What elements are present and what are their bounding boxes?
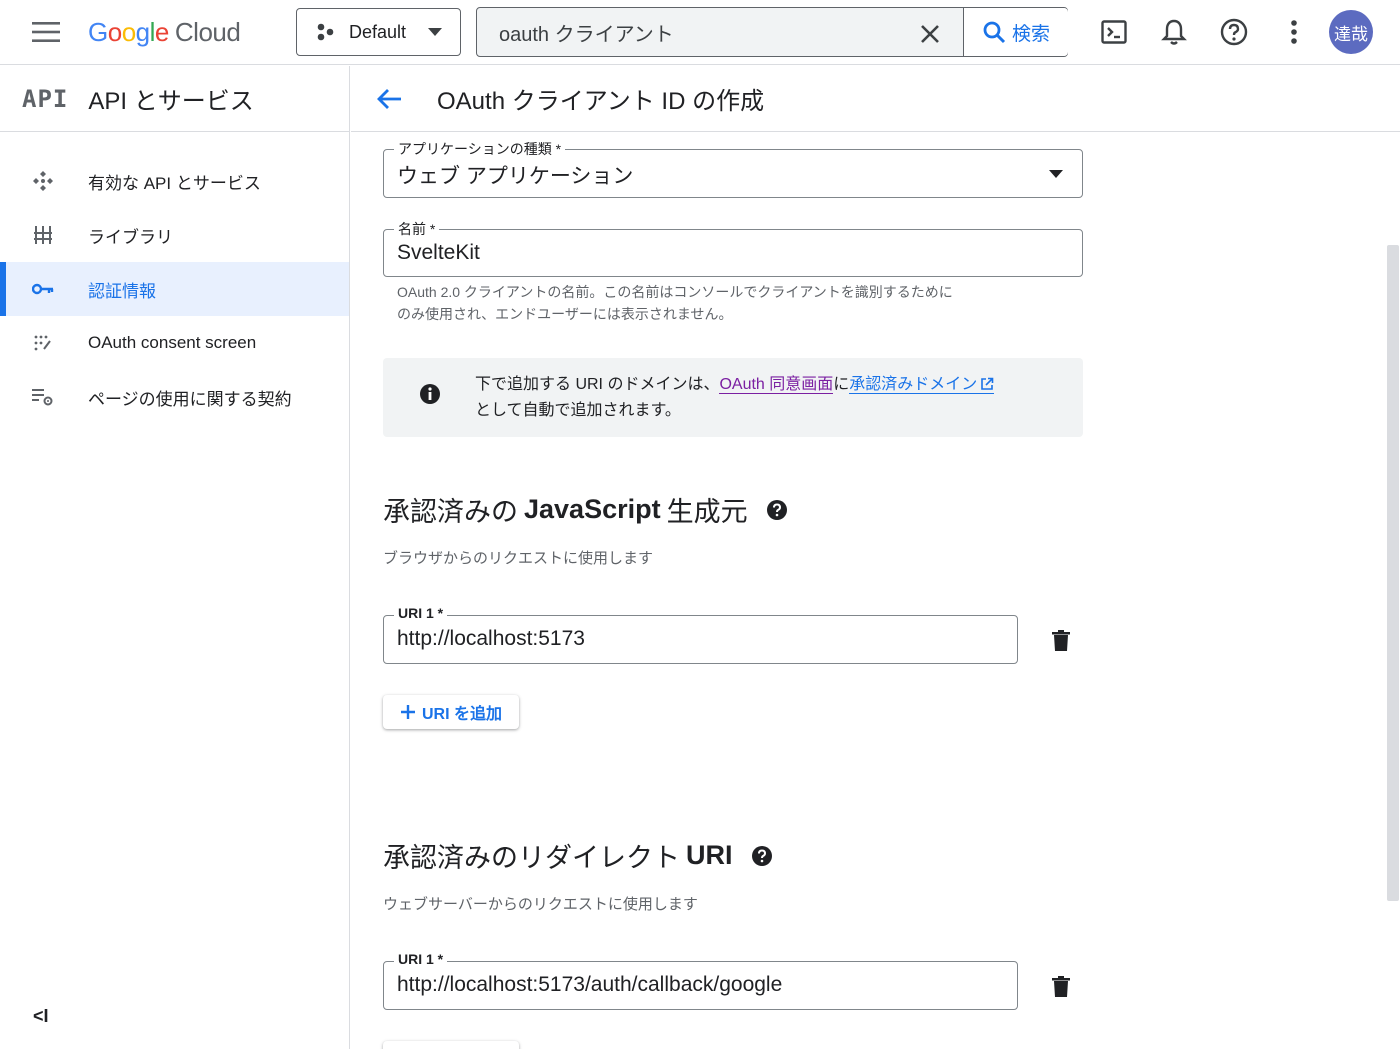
authorized-domains-link-label: 承認済みドメイン [849,376,978,393]
info-text-part: に [833,376,850,393]
js-origins-description: ブラウザからのリクエストに使用します [383,550,654,567]
help-button[interactable] [1219,17,1249,47]
oauth-consent-screen-link[interactable]: OAuth 同意画面 [719,376,834,394]
info-icon [420,384,440,404]
sidebar: API API とサービス 有効な API とサービス ライブラリ 認証情報 O… [0,66,350,1049]
top-app-bar: Google Cloud Default 検索 [0,0,1400,65]
sidebar-item-label: ページの使用に関する契約 [88,389,292,409]
redirect-uris-description: ウェブサーバーからのリクエストに使用します [383,896,698,913]
caret-down-icon [428,28,442,36]
main-content: アプリケーションの種類 * ウェブ アプリケーション 名前 * SvelteKi… [351,133,1385,1049]
js-origin-uri-1-value: http://localhost:5173 [397,627,585,650]
add-redirect-uri-button[interactable] [383,1041,519,1049]
collapse-sidebar-button[interactable]: <I [33,1006,49,1027]
search-bar: 検索 [476,7,1068,57]
domain-info-text: 下で追加する URI のドメインは、OAuth 同意画面に承認済みドメイン とし… [475,372,1075,424]
open-in-new-icon [981,377,994,390]
sidebar-item-credentials[interactable]: 認証情報 [0,262,349,316]
dropdown-arrow-icon [1049,170,1063,178]
js-origins-title-prefix: 承認済みの [383,497,518,527]
sidebar-item-consent-screen[interactable]: OAuth consent screen [0,316,349,370]
redirect-uri-1-field[interactable]: URI 1 * http://localhost:5173/auth/callb… [383,951,1018,1010]
terminal-icon [1101,20,1127,44]
redirect-uri-1-value: http://localhost:5173/auth/callback/goog… [397,973,783,996]
bell-icon [1161,19,1187,45]
js-origins-title-bold: JavaScript [524,494,661,524]
redirect-uris-title-bold: URI [686,840,733,870]
project-picker[interactable]: Default [296,8,461,56]
sidebar-item-label: ライブラリ [88,227,173,247]
sidebar-nav: 有効な API とサービス ライブラリ 認証情報 OAuth consent s… [0,154,349,424]
add-js-origin-button[interactable]: URI を追加 [383,695,519,729]
js-origins-title: 承認済みの JavaScript 生成元 [383,490,788,529]
sidebar-item-label: 有効な API とサービス [88,173,261,193]
logo-cloud-text: Cloud [174,16,241,47]
page-title: OAuth クライアント ID の作成 [437,88,765,115]
client-name-hint-line: のみ使用され、エンドユーザーには表示されません。 [397,306,733,322]
account-avatar[interactable]: 達哉 [1329,10,1373,54]
main-scrollbar[interactable] [1387,245,1399,901]
authorized-domains-link[interactable]: 承認済みドメイン [849,376,995,394]
search-button-label: 検索 [1011,23,1050,45]
main-menu-button[interactable] [26,16,66,48]
hamburger-icon [32,22,60,42]
sidebar-item-enabled-apis[interactable]: 有効な API とサービス [0,154,349,208]
help-icon[interactable] [766,499,788,521]
client-name-field[interactable]: 名前 * SvelteKit [383,219,1083,277]
more-vert-icon [1291,20,1297,44]
arrow-back-icon [377,88,401,109]
js-origins-title-suffix: 生成元 [666,497,748,527]
library-icon [30,222,56,248]
clear-search-icon[interactable] [917,21,943,47]
sidebar-item-library[interactable]: ライブラリ [0,208,349,262]
api-logo-icon: API [22,84,69,113]
project-name: Default [349,21,407,42]
add-js-origin-label: URI を追加 [421,706,502,723]
client-name-hint-line: OAuth 2.0 クライアントの名前。この名前はコンソールでクライアントを識別… [397,284,953,300]
help-icon[interactable] [751,845,773,867]
logo-google-text: Google [88,16,169,47]
key-icon [30,276,56,302]
help-circle-icon [1220,18,1248,46]
client-name-hint: OAuth 2.0 クライアントの名前。この名前はコンソールでクライアントを識別… [397,281,953,325]
consent-icon [30,330,56,356]
redirect-uris-title: 承認済みのリダイレクト URI [383,836,773,875]
notifications-button[interactable] [1159,17,1189,47]
cloud-shell-button[interactable] [1099,17,1129,47]
application-type-value: ウェブ アプリケーション [397,165,634,188]
more-options-button[interactable] [1279,17,1309,47]
client-name-label: 名前 * [394,219,440,239]
sidebar-item-agreements[interactable]: ページの使用に関する契約 [0,370,349,424]
plus-icon [400,705,415,719]
redirect-uri-1-label: URI 1 * [394,951,448,967]
sidebar-item-label: 認証情報 [88,281,156,301]
search-button[interactable]: 検索 [963,8,1068,56]
info-text-part: として自動で追加されます。 [475,402,681,419]
application-type-select[interactable]: アプリケーションの種類 * ウェブ アプリケーション [383,139,1083,198]
sidebar-title: API とサービス [88,88,254,115]
agreements-icon [30,384,56,410]
application-type-label: アプリケーションの種類 * [394,139,566,159]
sidebar-item-label: OAuth consent screen [88,333,257,352]
js-origin-uri-1-label: URI 1 * [394,605,448,621]
back-button[interactable] [375,84,405,114]
google-cloud-logo[interactable]: Google Cloud [88,14,241,50]
project-hub-icon [317,23,334,41]
delete-js-origin-icon[interactable] [1049,629,1073,653]
delete-redirect-uri-icon[interactable] [1049,975,1073,999]
sidebar-header: API API とサービス [0,66,349,132]
search-icon [983,21,1006,44]
search-input[interactable] [477,8,897,56]
enabled-apis-icon [30,168,56,194]
redirect-uris-title-prefix: 承認済みのリダイレクト [383,843,680,873]
info-text-part: 下で追加する URI のドメインは、 [475,376,720,393]
page-header: OAuth クライアント ID の作成 [351,66,1400,132]
domain-info-box: 下で追加する URI のドメインは、OAuth 同意画面に承認済みドメイン とし… [383,358,1083,437]
client-name-value: SvelteKit [397,241,480,264]
js-origin-uri-1-field[interactable]: URI 1 * http://localhost:5173 [383,605,1018,664]
